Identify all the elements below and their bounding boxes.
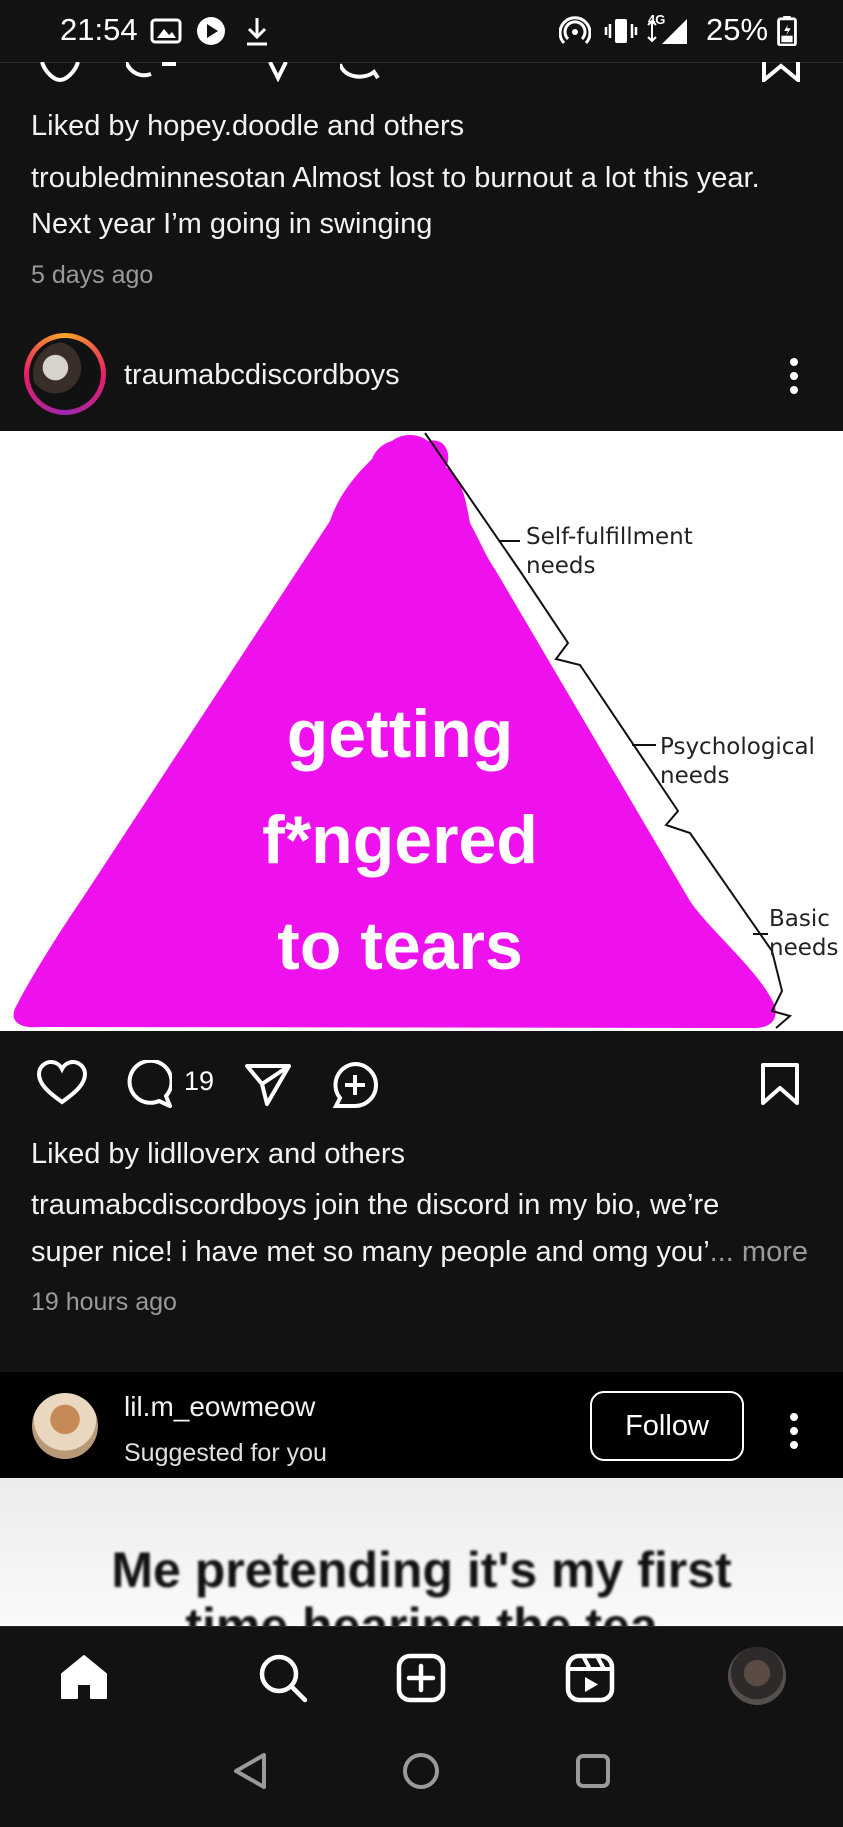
more-options-icon[interactable] <box>790 358 798 400</box>
prev-post-time: 5 days ago <box>31 261 154 289</box>
signal-icon <box>647 19 687 44</box>
follow-button[interactable]: Follow <box>590 1391 744 1461</box>
download-icon <box>247 18 267 46</box>
suggested-avatar[interactable] <box>32 1393 98 1459</box>
home-circle-icon[interactable] <box>402 1752 440 1790</box>
comment-count[interactable]: 19 <box>184 1066 214 1097</box>
post-image[interactable]: getting f*ngered to tears Self-fulfillme… <box>0 431 843 1031</box>
suggested-username[interactable]: lil.m_eowmeow <box>124 1391 315 1423</box>
gallery-icon <box>150 18 182 44</box>
heart-icon[interactable] <box>40 62 80 82</box>
create-icon[interactable] <box>396 1653 446 1703</box>
post-time: 19 hours ago <box>31 1288 177 1316</box>
prev-post-caption: troubledminnesotan Almost lost to burnou… <box>31 162 760 194</box>
comment-icon[interactable] <box>124 1060 172 1108</box>
more-link[interactable]: more <box>742 1236 808 1268</box>
system-navigation <box>0 1716 843 1827</box>
pyramid-line-2: f*ngered <box>262 802 538 878</box>
reels-icon[interactable] <box>565 1653 615 1703</box>
play-store-icon <box>197 17 225 45</box>
meme-text: Me pretending it's my first time hearing… <box>111 1542 732 1626</box>
pyramid-line-1: getting <box>286 696 514 772</box>
more-options-icon[interactable] <box>790 1413 798 1455</box>
post-likes[interactable]: Liked by lidlloverx and others <box>31 1138 405 1171</box>
search-icon[interactable] <box>258 1653 308 1703</box>
post-caption-2: super nice! i have met so many people an… <box>31 1236 808 1268</box>
comment-icon[interactable] <box>126 62 176 82</box>
suggested-post-image[interactable]: Me pretending it's my first time hearing… <box>0 1478 843 1626</box>
level-self-fulfillment: Self-fulfillment needs <box>526 524 693 579</box>
pyramid-caption: getting f*ngered to tears <box>160 681 640 999</box>
recents-icon[interactable] <box>575 1753 611 1789</box>
post-caption: traumabcdiscordboys join the discord in … <box>31 1189 720 1221</box>
profile-avatar[interactable] <box>728 1647 786 1705</box>
bottom-navigation <box>0 1626 843 1717</box>
post-username[interactable]: traumabcdiscordboys <box>124 359 400 392</box>
like-heart-icon[interactable] <box>36 1060 88 1106</box>
home-icon[interactable] <box>60 1654 108 1700</box>
prev-post-likes[interactable]: Liked by hopey.doodle and others <box>31 110 464 143</box>
save-icon[interactable] <box>760 1062 800 1106</box>
remix-icon[interactable] <box>340 62 380 82</box>
share-icon[interactable] <box>244 1063 292 1107</box>
remix-icon[interactable] <box>330 1060 380 1110</box>
share-icon[interactable] <box>268 62 288 82</box>
back-icon[interactable] <box>232 1751 268 1791</box>
level-psychological: Psychological needs <box>660 734 815 789</box>
avatar[interactable] <box>33 342 97 406</box>
battery-percent: 25% <box>706 12 769 47</box>
story-ring[interactable] <box>24 333 106 415</box>
vibrate-icon <box>604 19 638 43</box>
battery-icon <box>777 16 797 46</box>
suggested-subtitle: Suggested for you <box>124 1439 327 1467</box>
level-basic: Basic needs <box>769 906 839 961</box>
pyramid-line-3: to tears <box>277 908 523 984</box>
save-icon[interactable] <box>760 62 802 82</box>
prev-post-caption-2: Next year I’m going in swinging <box>31 208 433 240</box>
hotspot-icon <box>559 16 591 45</box>
status-bar: 21:54 4G 25% <box>0 0 843 63</box>
status-time: 21:54 <box>60 12 138 47</box>
